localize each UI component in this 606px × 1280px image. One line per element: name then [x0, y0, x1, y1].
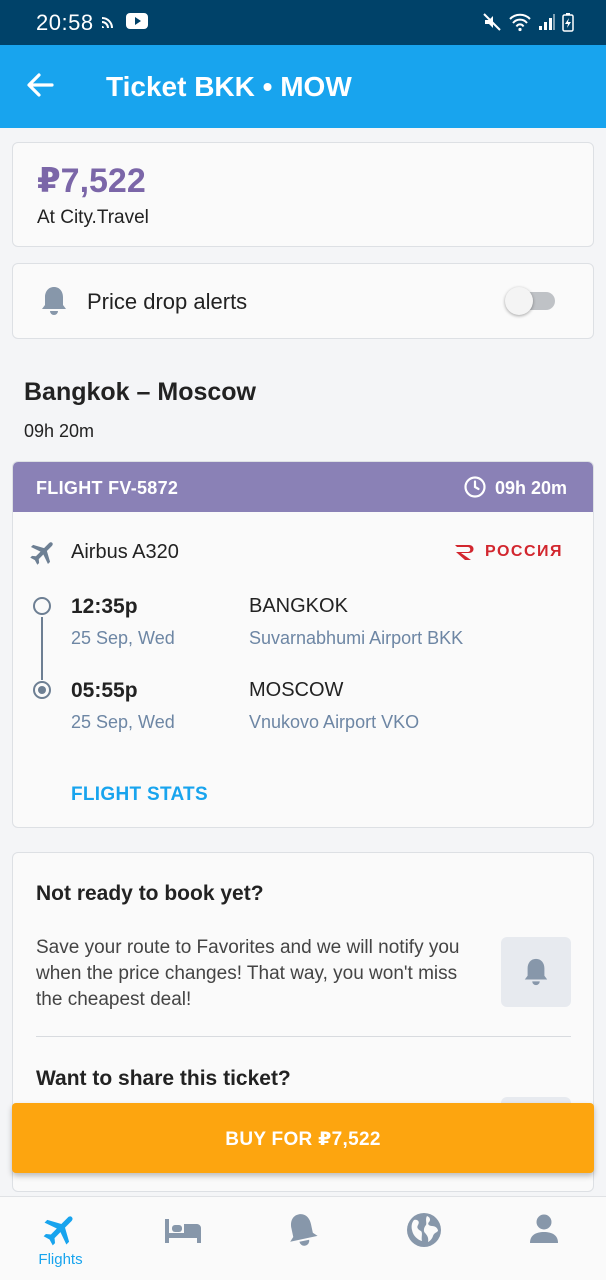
bell-icon: [524, 958, 548, 986]
departure-time: 12:35p: [71, 595, 138, 618]
back-arrow-icon[interactable]: [22, 67, 58, 103]
price-alert-toggle[interactable]: [505, 287, 555, 315]
departure-dot: [33, 597, 51, 615]
timeline-line: [41, 617, 43, 680]
status-time: 20:58: [36, 10, 94, 35]
nav-explore[interactable]: [363, 1197, 484, 1280]
booking-body: Save your route to Favorites and we will…: [36, 937, 460, 1010]
divider: [36, 1036, 571, 1037]
wifi-icon: [509, 13, 531, 32]
battery-icon: [562, 13, 574, 32]
arrival-date: 25 Sep, Wed: [71, 712, 175, 732]
cast-icon: [101, 17, 113, 29]
arrival-dot: [33, 681, 51, 699]
arrival-city: MOSCOW: [249, 679, 344, 701]
bottom-nav: Flights: [0, 1196, 606, 1280]
arrival-time: 05:55p: [71, 679, 138, 702]
price-card: ₽7,522 At City.Travel: [12, 142, 594, 247]
mute-icon: [483, 13, 501, 31]
departure-date: 25 Sep, Wed: [71, 628, 175, 648]
toggle-knob: [505, 287, 533, 315]
booking-heading: Not ready to book yet?: [36, 882, 264, 905]
flight-duration: 09h 20m: [495, 478, 568, 498]
airplane-icon: [43, 1216, 73, 1246]
aircraft-model: Airbus A320: [71, 541, 179, 563]
nav-flights[interactable]: Flights: [0, 1197, 121, 1280]
buy-button[interactable]: BUY FOR ₽7,522: [12, 1103, 594, 1173]
bell-icon: [290, 1214, 318, 1246]
page-title: Ticket BKK • MOW: [106, 71, 352, 102]
flight-number: FLIGHT FV-5872: [36, 478, 179, 498]
youtube-icon: [126, 13, 148, 29]
globe-icon: [407, 1213, 441, 1247]
rossiya-logo-icon: [455, 545, 474, 560]
hotel-bed-icon: [165, 1219, 201, 1243]
price-alert-label: Price drop alerts: [87, 289, 248, 314]
airline-logo: РОССИЯ: [453, 542, 563, 562]
profile-icon: [530, 1214, 558, 1243]
status-bar: 20:58: [0, 0, 606, 45]
nav-hotels[interactable]: [121, 1197, 242, 1280]
flight-card: FLIGHT FV-5872 09h 20m Airbus A320 РОССИ…: [12, 461, 594, 828]
airplane-icon: [30, 542, 53, 565]
share-heading: Want to share this ticket?: [36, 1067, 291, 1090]
buy-button-label: BUY FOR ₽7,522: [225, 1129, 381, 1150]
signal-icon: [539, 14, 555, 30]
bell-icon: [42, 287, 66, 315]
flight-header: FLIGHT FV-5872 09h 20m: [13, 462, 593, 512]
clock-icon: [464, 476, 486, 498]
favorite-alert-button[interactable]: [501, 937, 571, 1007]
arrival-airport: Vnukovo Airport VKO: [249, 712, 420, 732]
price-alert-card[interactable]: Price drop alerts: [12, 263, 594, 339]
route-title: Bangkok – Moscow: [24, 378, 256, 406]
nav-profile[interactable]: [484, 1197, 605, 1280]
status-right-icons: [482, 12, 574, 32]
route-duration: 09h 20m: [24, 421, 95, 441]
nav-alerts[interactable]: [242, 1197, 363, 1280]
status-left-icons: [100, 12, 148, 30]
ticket-price: ₽7,522: [37, 162, 146, 200]
nav-label: Flights: [38, 1251, 83, 1268]
departure-city: BANGKOK: [249, 595, 348, 617]
app-bar: Ticket BKK • MOW: [0, 45, 606, 128]
seller-label: At City.Travel: [37, 207, 149, 228]
departure-airport: Suvarnabhumi Airport BKK: [249, 628, 464, 648]
flight-stats-link[interactable]: FLIGHT STATS: [71, 784, 208, 806]
airline-name: РОССИЯ: [485, 543, 564, 560]
